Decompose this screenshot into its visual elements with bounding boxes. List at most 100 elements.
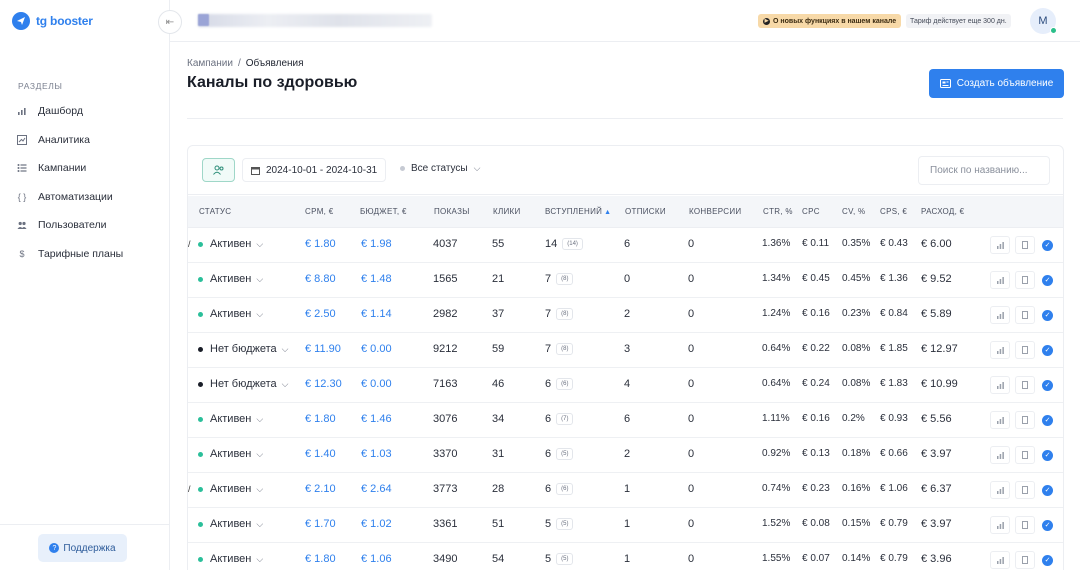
cpm-cell[interactable]: € 1.70 (305, 518, 336, 530)
check-circle-icon[interactable]: ✓ (1042, 379, 1053, 391)
date-range-picker[interactable]: 2024-10-01 - 2024-10-31 (242, 158, 387, 182)
th-cps[interactable]: CPS, € (880, 207, 907, 216)
budget-cell[interactable]: € 2.64 (361, 483, 392, 495)
budget-cell[interactable]: € 1.02 (361, 518, 392, 530)
status-select[interactable]: Активен ⌵ (198, 413, 263, 425)
check-circle-icon[interactable]: ✓ (1042, 449, 1053, 461)
status-filter-select[interactable]: Все статусы ⌵ (400, 163, 480, 174)
copy-button[interactable] (1015, 306, 1035, 324)
collapse-sidebar-button[interactable]: ⇤ (158, 10, 182, 34)
th-cv[interactable]: CV, % (842, 207, 865, 216)
th-spend[interactable]: РАСХОД, € (921, 207, 964, 216)
table-row[interactable]: Активен ⌵ € 2.50 € 1.14 2982 37 2 0 1.24% € 0.16… (188, 298, 1063, 333)
check-circle-icon[interactable]: ✓ (1042, 554, 1053, 566)
budget-cell[interactable]: € 0.00 (361, 343, 392, 355)
cpm-cell[interactable]: € 8.80 (305, 273, 336, 285)
status-select[interactable]: Активен ⌵ (198, 448, 263, 460)
status-select[interactable]: Активен ⌵ (198, 308, 263, 320)
th-budget[interactable]: БЮДЖЕТ, € (360, 207, 407, 216)
copy-button[interactable] (1015, 236, 1035, 254)
cpm-cell[interactable]: € 2.10 (305, 483, 336, 495)
stats-button[interactable] (990, 411, 1010, 429)
copy-button[interactable] (1015, 411, 1035, 429)
status-select[interactable]: Активен ⌵ (198, 518, 263, 530)
cpm-cell[interactable]: € 1.80 (305, 238, 336, 250)
budget-cell[interactable]: € 1.98 (361, 238, 392, 250)
copy-button[interactable] (1015, 551, 1035, 569)
stats-button[interactable] (990, 271, 1010, 289)
check-circle-icon[interactable]: ✓ (1042, 239, 1053, 251)
support-button[interactable]: ? Поддержка (38, 534, 127, 562)
table-row[interactable]: Активен ⌵ € 1.40 € 1.03 3370 31 2 0 0.92% € 0.13… (188, 438, 1063, 473)
stats-button[interactable] (990, 551, 1010, 569)
check-circle-icon[interactable]: ✓ (1042, 344, 1053, 356)
table-row[interactable]: Нет бюджета ⌵ € 12.30 € 0.00 7163 46 4 0 0.64% €… (188, 368, 1063, 403)
status-select[interactable]: Нет бюджета ⌵ (198, 378, 289, 390)
stats-button[interactable] (990, 481, 1010, 499)
sidebar-item-users[interactable]: Пользователи (0, 211, 170, 240)
avatar[interactable]: M (1030, 8, 1057, 34)
sidebar-item-campaigns[interactable]: Кампании (0, 154, 170, 183)
sidebar-item-dashboard[interactable]: Дашборд (0, 97, 170, 126)
status-select[interactable]: Активен ⌵ (198, 238, 263, 250)
cpm-cell[interactable]: € 12.30 (305, 378, 342, 390)
th-conversions[interactable]: КОНВЕРСИИ (689, 207, 741, 216)
sidebar-item-analytics[interactable]: Аналитика (0, 126, 170, 155)
th-joins[interactable]: ВСТУПЛЕНИЙ ▲ (545, 207, 611, 216)
copy-button[interactable] (1015, 446, 1035, 464)
copy-button[interactable] (1015, 271, 1035, 289)
cpm-cell[interactable]: € 2.50 (305, 308, 336, 320)
budget-cell[interactable]: € 1.46 (361, 413, 392, 425)
check-circle-icon[interactable]: ✓ (1042, 519, 1053, 531)
cpm-cell[interactable]: € 1.80 (305, 553, 336, 565)
copy-button[interactable] (1015, 481, 1035, 499)
copy-button[interactable] (1015, 341, 1035, 359)
stats-button[interactable] (990, 516, 1010, 534)
check-circle-icon[interactable]: ✓ (1042, 309, 1053, 321)
table-row[interactable]: Нет бюджета ⌵ € 11.90 € 0.00 9212 59 3 0 0.64% €… (188, 333, 1063, 368)
sidebar-item-tariffs[interactable]: $ Тарифные планы (0, 240, 170, 269)
th-status[interactable]: СТАТУС (199, 207, 231, 216)
th-views[interactable]: ПОКАЗЫ (434, 207, 470, 216)
check-circle-icon[interactable]: ✓ (1042, 414, 1053, 426)
th-cpc[interactable]: CPC (802, 207, 820, 216)
stats-button[interactable] (990, 376, 1010, 394)
table-row[interactable]: Активен ⌵ € 1.80 € 1.46 3076 34 6 0 1.11% € 0.16… (188, 403, 1063, 438)
budget-cell[interactable]: € 1.03 (361, 448, 392, 460)
status-select[interactable]: Активен ⌵ (198, 553, 263, 565)
budget-cell[interactable]: € 1.14 (361, 308, 392, 320)
cpm-cell[interactable]: € 1.80 (305, 413, 336, 425)
budget-cell[interactable]: € 0.00 (361, 378, 392, 390)
stats-button[interactable] (990, 306, 1010, 324)
status-select[interactable]: Активен ⌵ (198, 273, 263, 285)
audience-filter-button[interactable] (202, 158, 235, 182)
budget-cell[interactable]: € 1.48 (361, 273, 392, 285)
copy-button[interactable] (1015, 516, 1035, 534)
search-input[interactable]: Поиск по названию... (918, 156, 1050, 185)
th-cpm[interactable]: CPM, € (305, 207, 333, 216)
check-circle-icon[interactable]: ✓ (1042, 274, 1053, 286)
breadcrumb-parent[interactable]: Кампании (187, 58, 233, 69)
cpm-cell[interactable]: € 1.40 (305, 448, 336, 460)
th-clicks[interactable]: КЛИКИ (493, 207, 521, 216)
th-unsubs[interactable]: ОТПИСКИ (625, 207, 666, 216)
create-ad-button[interactable]: Создать объявление (929, 69, 1064, 98)
budget-cell[interactable]: € 1.06 (361, 553, 392, 565)
logo[interactable]: tg booster (12, 12, 93, 30)
stats-button[interactable] (990, 341, 1010, 359)
check-circle-icon[interactable]: ✓ (1042, 484, 1053, 496)
stats-button[interactable] (990, 236, 1010, 254)
table-row[interactable]: Активен ⌵ € 1.70 € 1.02 3361 51 1 0 1.52% € 0.08… (188, 508, 1063, 543)
table-row[interactable]: / Активен ⌵ € 1.80 € 1.98 4037 55 6 0 1.36% € 0.… (188, 228, 1063, 263)
cpm-cell[interactable]: € 11.90 (305, 343, 341, 355)
table-row[interactable]: Активен ⌵ € 8.80 € 1.48 1565 21 0 0 1.34% € 0.45… (188, 263, 1063, 298)
copy-button[interactable] (1015, 376, 1035, 394)
stats-button[interactable] (990, 446, 1010, 464)
sidebar-item-automations[interactable]: { } Автоматизации (0, 183, 170, 212)
table-row[interactable]: Активен ⌵ € 1.80 € 1.06 3490 54 1 0 1.55% € 0.07… (188, 543, 1063, 570)
table-row[interactable]: / Активен ⌵ € 2.10 € 2.64 3773 28 1 0 0.74% € 0.… (188, 473, 1063, 508)
status-select[interactable]: Активен ⌵ (198, 483, 263, 495)
news-badge[interactable]: ▶ О новых функциях в нашем канале (758, 14, 902, 28)
th-ctr[interactable]: CTR, % (763, 207, 793, 216)
status-select[interactable]: Нет бюджета ⌵ (198, 343, 289, 355)
